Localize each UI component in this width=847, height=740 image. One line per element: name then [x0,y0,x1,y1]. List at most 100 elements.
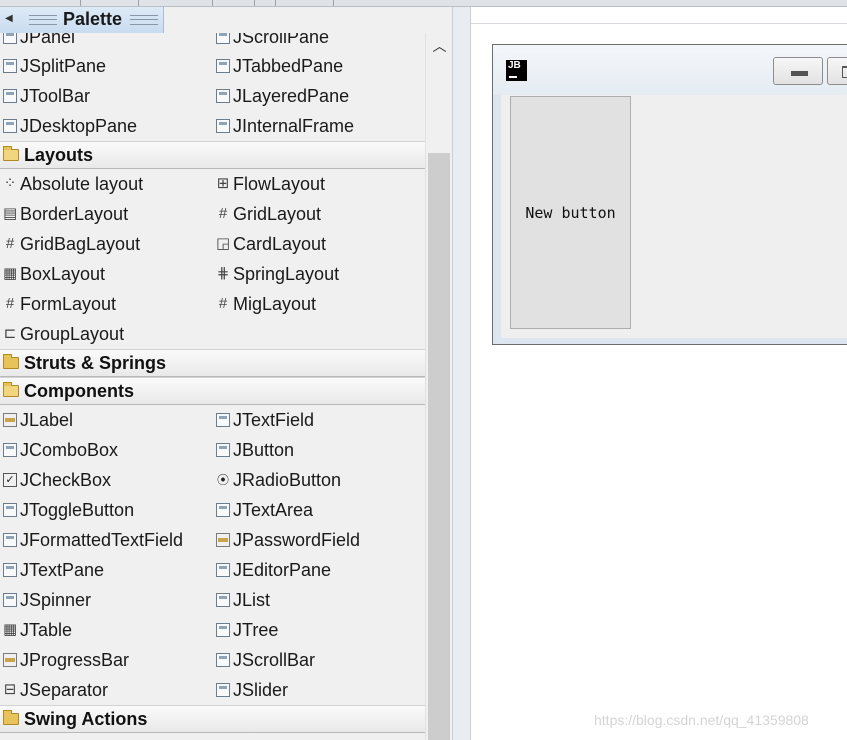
palette-item-formlayout[interactable]: # FormLayout [3,289,116,319]
palette-item-jdesktoppane[interactable]: JDesktopPane [3,111,137,141]
palette-item-boxlayout[interactable]: ▦ BoxLayout [3,259,105,289]
palette-item-jlabel[interactable]: JLabel [3,405,73,435]
table-icon: ▦ [3,621,18,638]
item-label: JRadioButton [233,469,342,490]
textarea-icon [216,503,230,517]
left-arrow-icon[interactable]: ◀ [5,13,13,24]
item-label: JPasswordField [233,529,361,550]
category-struts-springs[interactable]: Struts & Springs [0,349,425,377]
item-label: JTextField [233,409,315,430]
palette-item-jtabbedpane[interactable]: JTabbedPane [216,51,343,81]
slider-icon [216,683,230,697]
palette-item-jpanel[interactable]: JPanel [3,33,75,52]
palette-item-cardlayout[interactable]: ◲ CardLayout [216,229,326,259]
item-label: JTable [20,619,73,640]
editorpane-icon [216,563,230,577]
palette-item-jtextfield[interactable]: JTextField [216,405,314,435]
palette-item-grouplayout[interactable]: ⊏ GroupLayout [3,319,124,349]
grip-icon [29,15,57,25]
jb-logo-icon: JB [506,60,527,81]
palette-scrollbar[interactable]: ︿ [425,33,452,740]
textpane-icon [3,563,17,577]
palette-item-jpasswordfield[interactable]: JPasswordField [216,525,360,555]
palette-item-gridbaglayout[interactable]: # GridBagLayout [3,229,140,259]
item-label: JPanel [20,33,76,47]
chevron-up-icon[interactable]: ︿ [426,37,453,55]
folder-open-icon [3,382,19,397]
palette-item-jscrollbar[interactable]: JScrollBar [216,645,315,675]
palette-item-flowlayout[interactable]: ⊞ FlowLayout [216,169,325,199]
item-label: JCheckBox [20,469,112,490]
frame-titlebar: JB [493,45,847,95]
palette-item-jformattedtextfield[interactable]: JFormattedTextField [3,525,183,555]
palette-item-jinternalframe[interactable]: JInternalFrame [216,111,354,141]
item-label: JButton [233,439,295,460]
palette-item-jslider[interactable]: JSlider [216,675,288,705]
list-icon [216,593,230,607]
palette-item-jeditorpane[interactable]: JEditorPane [216,555,331,585]
panel-divider[interactable] [452,7,471,740]
item-label: JInternalFrame [233,115,355,136]
palette-item-jtextarea[interactable]: JTextArea [216,495,313,525]
progressbar-icon [3,653,17,667]
item-label: JTabbedPane [233,55,344,76]
item-label: JToggleButton [20,499,135,520]
palette-item-jtextpane[interactable]: JTextPane [3,555,104,585]
item-label: JTextArea [233,499,314,520]
item-label: JLabel [20,409,74,430]
palette-item-springlayout[interactable]: ⋕ SpringLayout [216,259,339,289]
palette-item-jbutton[interactable]: JButton [216,435,294,465]
scroll-thumb[interactable] [428,153,450,740]
palette-item-jspinner[interactable]: JSpinner [3,585,91,615]
palette-item-gridlayout[interactable]: # GridLayout [216,199,321,229]
palette-item-miglayout[interactable]: # MigLayout [216,289,316,319]
desktoppane-icon [3,119,17,133]
palette-header: ◀ Palette [0,7,454,33]
palette-item-jtoolbar[interactable]: JToolBar [3,81,90,111]
maximize-button[interactable] [827,57,847,85]
category-label: Layouts [24,144,94,165]
palette-item-absolute-layout[interactable]: ⁘ Absolute layout [3,169,143,199]
palette-item-jtogglebutton[interactable]: JToggleButton [3,495,134,525]
palette-item-jscrollpane[interactable]: JScrollPane [216,33,329,52]
new-button[interactable]: New button [510,96,631,329]
gridbaglayout-icon: # [5,235,15,252]
textfield-icon [216,413,230,427]
category-swing-actions[interactable]: Swing Actions [0,705,425,733]
palette-item-jlayeredpane[interactable]: JLayeredPane [216,81,349,111]
item-label: JScrollPane [233,33,330,47]
item-label: JTree [233,619,279,640]
palette-item-jsplitpane[interactable]: JSplitPane [3,51,106,81]
category-layouts[interactable]: Layouts [0,141,425,169]
palette-item-jcombobox[interactable]: JComboBox [3,435,118,465]
palette-tab[interactable]: ◀ Palette [0,7,164,33]
borderlayout-icon: ▤ [3,205,18,222]
category-label: Struts & Springs [24,352,167,373]
palette-item-jtree[interactable]: JTree [216,615,278,645]
palette-item-jradiobutton[interactable]: ⦿ JRadioButton [216,465,341,495]
palette-item-jlist[interactable]: JList [216,585,270,615]
palette-item-borderlayout[interactable]: ▤ BorderLayout [3,199,128,229]
tree-icon [216,623,230,637]
frame-content-pane[interactable]: New button [501,95,847,338]
category-label: Components [24,380,134,401]
label-icon [3,413,17,427]
gridlayout-icon: # [218,205,228,222]
top-strip [0,0,847,7]
minimize-button[interactable] [773,57,823,85]
scrollpane-icon [216,33,230,44]
watermark: https://blog.csdn.net/qq_41359808 [594,712,809,728]
spinner-icon [3,593,17,607]
folder-icon [3,354,19,369]
item-label: JScrollBar [233,649,316,670]
item-label: GroupLayout [20,323,125,344]
layeredpane-icon [216,89,230,103]
formlayout-icon: # [5,295,15,312]
cardlayout-icon: ◲ [216,235,231,252]
palette-item-jtable[interactable]: ▦ JTable [3,615,72,645]
category-components[interactable]: Components [0,377,425,405]
palette-item-jseparator[interactable]: ⊟ JSeparator [3,675,108,705]
palette-item-jcheckbox[interactable]: ✓ JCheckBox [3,465,111,495]
jframe-preview[interactable]: JB New button [492,44,847,345]
palette-item-jprogressbar[interactable]: JProgressBar [3,645,129,675]
